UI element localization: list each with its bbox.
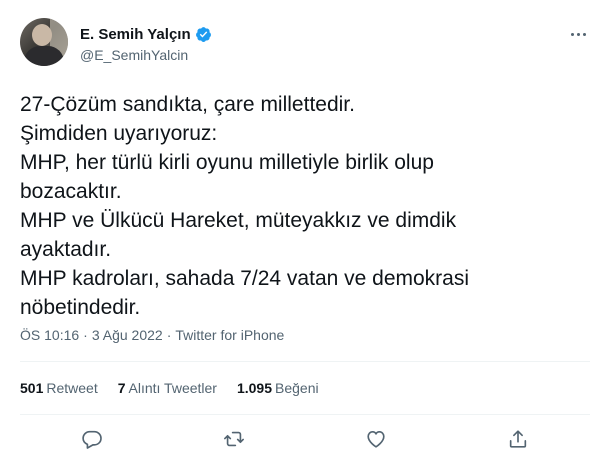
tweet-text-line: ayaktadır. [20,238,112,261]
author-handle[interactable]: @E_SemihYalcin [80,47,188,63]
tweet-stats: 501 Retweet 7 Alıntı Tweetler 1.095 Beğeni [20,380,319,396]
avatar[interactable] [20,18,68,66]
divider [20,361,590,362]
tweet-time[interactable]: ÖS 10:16 [20,327,79,343]
author-name-row: E. Semih Yalçın [80,26,212,43]
quotes-stat[interactable]: 7 Alıntı Tweetler [118,380,217,396]
likes-stat[interactable]: 1.095 Beğeni [237,380,319,396]
quotes-label: Alıntı Tweetler [128,380,217,396]
tweet-date[interactable]: 3 Ağu 2022 [92,327,163,343]
tweet-actions [0,424,606,454]
retweets-stat[interactable]: 501 Retweet [20,380,98,396]
divider [20,414,590,415]
tweet-text: 27-Çözüm sandıkta, çare millettedir. Şim… [20,90,590,322]
meta-separator: · [83,327,88,343]
tweet-text-line: bozacaktır. [20,180,122,203]
quotes-count: 7 [117,380,126,396]
tweet-card: E. Semih Yalçın @E_SemihYalcin 27-Çözüm … [0,0,606,460]
tweet-text-line: MHP ve Ülkücü Hareket, müteyakkız ve dim… [20,209,457,232]
heart-icon[interactable] [365,428,387,450]
meta-separator: · [166,327,172,343]
retweets-label: Retweet [46,380,98,396]
retweets-count: 501 [20,380,44,396]
tweet-metadata: ÖS 10:16 · 3 Ağu 2022 · Twitter for iPho… [20,327,284,343]
retweet-icon[interactable] [223,428,245,450]
tweet-text-line: nöbetindedir. [20,296,141,319]
verified-badge-icon [195,26,212,43]
tweet-text-line: MHP, her türlü kirli oyunu milletiyle bi… [20,151,434,174]
avatar-body [24,46,64,66]
tweet-text-line: MHP kadroları, sahada 7/24 vatan ve demo… [20,267,470,290]
likes-label: Beğeni [275,380,319,396]
avatar-head [32,24,52,46]
tweet-text-line: Şimdiden uyarıyoruz: [20,122,218,145]
reply-icon[interactable] [81,428,103,450]
tweet-source[interactable]: Twitter for iPhone [175,327,284,343]
likes-count: 1.095 [236,380,273,396]
share-icon[interactable] [507,428,529,450]
author-display-name[interactable]: E. Semih Yalçın [80,26,191,43]
tweet-text-line: 27-Çözüm sandıkta, çare millettedir. [20,93,355,116]
more-horizontal-icon[interactable] [566,24,590,44]
